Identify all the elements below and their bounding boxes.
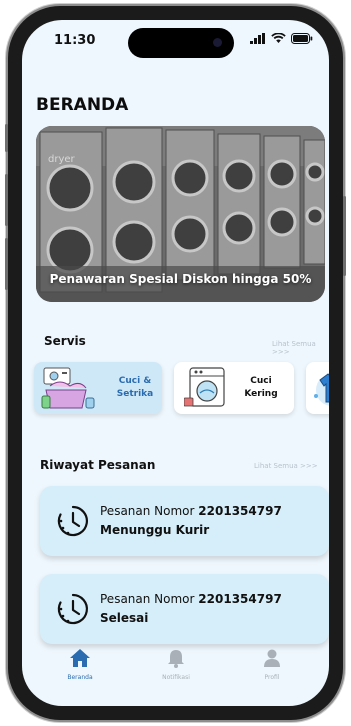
power-button bbox=[343, 196, 346, 276]
clock-icon bbox=[57, 593, 88, 625]
order-number: 2201354797 bbox=[198, 592, 282, 606]
orders-see-all-link[interactable]: Lihat Semua >>> bbox=[254, 462, 318, 470]
battery-icon bbox=[291, 33, 313, 44]
order-card[interactable]: Pesanan Nomor 2201354797 Menunggu Kurir bbox=[40, 486, 329, 556]
order-card[interactable]: Pesanan Nomor 2201354797 Selesai bbox=[40, 574, 329, 644]
services-see-all-link[interactable]: Lihat Semua >>> bbox=[272, 340, 329, 356]
status-time: 11:30 bbox=[54, 33, 96, 48]
status-bar: 11:30 bbox=[22, 20, 329, 64]
volume-down-button bbox=[5, 238, 8, 290]
order-number: 2201354797 bbox=[198, 504, 282, 518]
nav-label: Notifikasi bbox=[162, 674, 190, 681]
signal-icon bbox=[250, 33, 265, 44]
bottom-nav: Beranda Notifikasi Profil bbox=[22, 640, 329, 706]
service-card-dry-clean[interactable]: Cuci Kering bbox=[174, 362, 294, 414]
service-label-line2: Setrika bbox=[116, 389, 154, 399]
tshirt-splash-icon bbox=[314, 373, 329, 406]
dynamic-island bbox=[128, 28, 234, 58]
volume-up-button bbox=[5, 174, 8, 226]
dryer-label: dryer bbox=[48, 154, 75, 165]
phone-frame: 11:30 BERANDA dryer Penawaran Spesial Di… bbox=[5, 6, 346, 720]
nav-item-profil[interactable]: Profil bbox=[242, 648, 302, 681]
order-prefix: Pesanan Nomor bbox=[100, 504, 195, 518]
laundry-basket-icon bbox=[41, 367, 95, 409]
camera-dot bbox=[213, 38, 222, 47]
promo-banner[interactable]: dryer Penawaran Spesial Diskon hingga 50… bbox=[36, 126, 325, 302]
status-icons bbox=[250, 33, 313, 44]
nav-item-beranda[interactable]: Beranda bbox=[50, 648, 110, 681]
order-status: Selesai bbox=[100, 611, 149, 625]
screen: 11:30 BERANDA dryer Penawaran Spesial Di… bbox=[22, 20, 329, 706]
bell-icon bbox=[168, 650, 184, 668]
nav-label: Beranda bbox=[67, 674, 93, 681]
page-title: BERANDA bbox=[36, 95, 129, 115]
clock-icon bbox=[57, 505, 88, 537]
service-card-wash-iron[interactable]: Cuci & Setrika bbox=[34, 362, 162, 414]
service-label-line1: Cuci bbox=[250, 376, 272, 386]
orders-title: Riwayat Pesanan bbox=[40, 458, 156, 472]
wifi-icon bbox=[271, 33, 286, 43]
service-label-line2: Kering bbox=[244, 389, 278, 399]
washing-machine-icon bbox=[184, 367, 225, 407]
nav-item-notifikasi[interactable]: Notifikasi bbox=[146, 648, 206, 681]
service-label-line1: Cuci & bbox=[118, 376, 152, 386]
mute-switch bbox=[5, 124, 8, 152]
service-card-partial[interactable] bbox=[306, 362, 329, 414]
home-icon bbox=[70, 649, 90, 667]
order-prefix: Pesanan Nomor bbox=[100, 592, 195, 606]
banner-text: Penawaran Spesial Diskon hingga 50% bbox=[49, 272, 312, 286]
services-title: Servis bbox=[44, 334, 86, 348]
order-status: Menunggu Kurir bbox=[100, 523, 210, 537]
user-icon bbox=[264, 649, 280, 667]
nav-label: Profil bbox=[264, 674, 280, 681]
